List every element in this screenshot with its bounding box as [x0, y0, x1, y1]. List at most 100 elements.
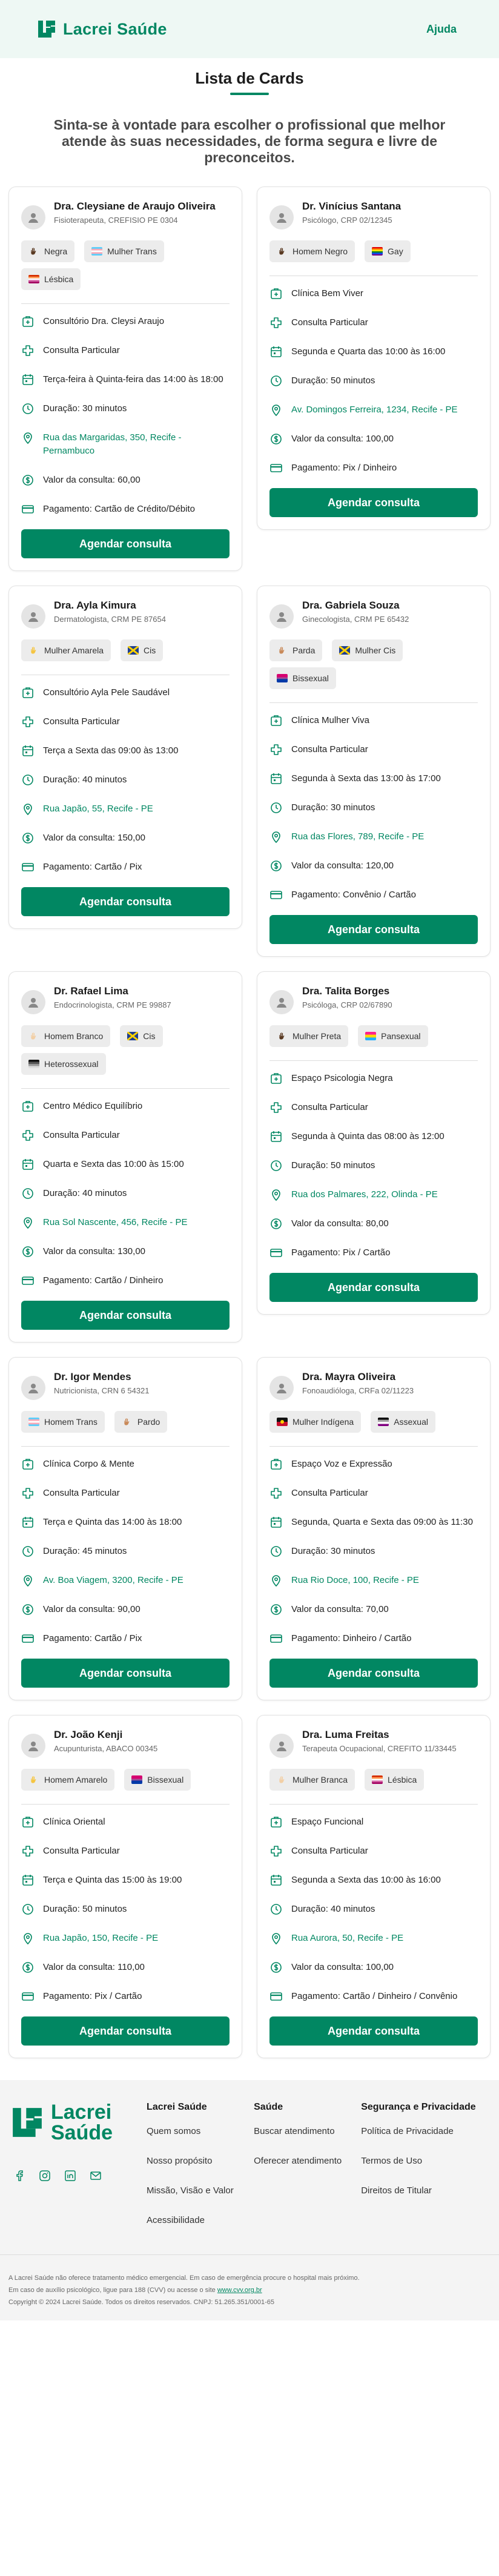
address-row[interactable]: Av. Boa Viagem, 3200, Recife - PE [21, 1574, 230, 1587]
brand-logo[interactable]: Lacrei Saúde [36, 19, 167, 39]
footer-link-oferecer-atendimento[interactable]: Oferecer atendimento [254, 2156, 361, 2166]
address-row[interactable]: Rua Rio Doce, 100, Recife - PE [269, 1574, 478, 1587]
instagram-icon[interactable] [39, 2170, 51, 2182]
identity-tag-label: Cis [143, 1031, 156, 1041]
price-row: Valor da consulta: 120,00 [269, 859, 478, 873]
social-links [10, 2170, 147, 2182]
money-icon [271, 434, 282, 444]
footer-link-direitos-titular[interactable]: Direitos de Titular [361, 2185, 481, 2196]
footer-logo[interactable]: Lacrei Saúde [10, 2102, 147, 2143]
credit-card-icon [22, 1634, 34, 1643]
price: Valor da consulta: 130,00 [43, 1246, 146, 1257]
footer-link-nosso-proposito[interactable]: Nosso propósito [147, 2156, 254, 2166]
site-header: Lacrei Saúde Ajuda [0, 0, 499, 58]
avatar [21, 990, 45, 1014]
address-row[interactable]: Rua Japão, 55, Recife - PE [21, 802, 230, 816]
schedule-appointment-button[interactable]: Agendar consulta [21, 1301, 230, 1330]
schedule: Segunda, Quarta e Sexta das 09:00 às 11:… [291, 1517, 473, 1527]
price: Valor da consulta: 120,00 [291, 860, 394, 871]
address: Av. Boa Viagem, 3200, Recife - PE [43, 1575, 183, 1585]
user-icon [277, 612, 286, 622]
schedule-appointment-button[interactable]: Agendar consulta [269, 1273, 478, 1302]
price: Valor da consulta: 110,00 [43, 1962, 145, 1972]
footer-link-quem-somos[interactable]: Quem somos [147, 2126, 254, 2136]
address-row[interactable]: Rua Japão, 150, Recife - PE [21, 1932, 230, 1945]
schedule-appointment-button[interactable]: Agendar consulta [21, 2016, 230, 2046]
consultation-type-row: Consulta Particular [21, 1844, 230, 1858]
lacrei-logo-icon [13, 2108, 42, 2137]
linkedin-icon[interactable] [64, 2170, 76, 2182]
medical-cross-icon [22, 1130, 33, 1141]
identity-tag: Assexual [371, 1411, 435, 1433]
page-subtitle: Sinta-se à vontade para escolher o profi… [53, 117, 446, 165]
schedule-appointment-button[interactable]: Agendar consulta [21, 1659, 230, 1688]
professional-name: Dra. Ayla Kimura [54, 599, 136, 611]
duration: Duração: 30 minutos [291, 1546, 375, 1556]
divider [269, 1060, 478, 1061]
credit-card-icon [22, 505, 34, 514]
clock-icon [22, 1904, 33, 1915]
identity-tag-label: Heterossexual [44, 1059, 99, 1069]
address-row[interactable]: Rua Aurora, 50, Recife - PE [269, 1932, 478, 1945]
location-pin-icon [272, 1575, 280, 1587]
schedule-appointment-button[interactable]: Agendar consulta [269, 1659, 478, 1688]
user-icon [277, 1742, 286, 1751]
clinic-name: Espaço Voz e Expressão [291, 1459, 392, 1469]
professional-card: Dr. João Kenji Acupunturista, ABACO 00345… [8, 1715, 242, 2058]
indigenous-flag-icon [277, 1418, 288, 1426]
footer-link-politica-privacidade[interactable]: Política de Privacidade [361, 2126, 481, 2136]
schedule-appointment-button[interactable]: Agendar consulta [21, 887, 230, 916]
identity-tag: Heterossexual [21, 1053, 106, 1075]
title-underline [230, 93, 269, 95]
footer-link-acessibilidade[interactable]: Acessibilidade [147, 2215, 254, 2225]
address-row[interactable]: Av. Domingos Ferreira, 1234, Recife - PE [269, 403, 478, 417]
duration-row: Duração: 40 minutos [21, 773, 230, 787]
identity-tag: Mulher Trans [84, 240, 164, 262]
schedule-appointment-button[interactable]: Agendar consulta [21, 529, 230, 558]
footer-link-termos-uso[interactable]: Termos de Uso [361, 2156, 481, 2166]
schedule-appointment-button[interactable]: Agendar consulta [269, 2016, 478, 2046]
address: Rua Sol Nascente, 456, Recife - PE [43, 1217, 188, 1227]
footer-column-lacrei: Lacrei Saúde Quem somos Nosso propósito … [147, 2102, 254, 2245]
professional-name: Dr. Rafael Lima [54, 985, 128, 997]
identity-tag: Mulher Branca [269, 1769, 355, 1791]
medical-cross-icon [22, 345, 33, 356]
identity-tag-label: Bissexual [147, 1775, 184, 1785]
address-row[interactable]: Rua das Flores, 789, Recife - PE [269, 830, 478, 844]
facebook-icon[interactable] [13, 2170, 25, 2182]
duration-row: Duração: 50 minutos [21, 1903, 230, 1916]
email-icon[interactable] [90, 2170, 102, 2182]
footer-link-buscar-atendimento[interactable]: Buscar atendimento [254, 2126, 361, 2136]
payment-method: Pagamento: Pix / Cartão [291, 1247, 391, 1258]
duration-row: Duração: 30 minutos [269, 1545, 478, 1558]
money-icon [22, 1962, 33, 1973]
address-row[interactable]: Rua Sol Nascente, 456, Recife - PE [21, 1216, 230, 1229]
professional-specialty: Terapeuta Ocupacional, CREFITO 11/33445 [302, 1744, 457, 1753]
price: Valor da consulta: 100,00 [291, 434, 394, 444]
professional-header: Dr. Igor Mendes Nutricionista, CRN 6 5432… [21, 1370, 230, 1400]
user-icon [277, 213, 286, 223]
location-pin-icon [24, 1575, 32, 1587]
address-row[interactable]: Rua dos Palmares, 222, Olinda - PE [269, 1188, 478, 1201]
consultation-type-row: Consulta Particular [269, 1487, 478, 1500]
medical-cross-icon [271, 1846, 282, 1857]
clinic-name: Clínica Oriental [43, 1817, 105, 1827]
schedule: Segunda à Quinta das 08:00 às 12:00 [291, 1131, 444, 1141]
address-row[interactable]: Rua das Margaridas, 350, Recife - Pernam… [21, 431, 230, 458]
payment-method-row: Pagamento: Cartão / Pix [21, 1632, 230, 1645]
duration-row: Duração: 40 minutos [21, 1187, 230, 1200]
cvv-link[interactable]: www.cvv.org.br [217, 2287, 262, 2294]
schedule: Terça e Quinta das 15:00 às 19:00 [43, 1875, 182, 1885]
schedule-row: Segunda a Sexta das 10:00 às 16:00 [269, 1874, 478, 1887]
cis-flag-icon [127, 1032, 139, 1040]
schedule-appointment-button[interactable]: Agendar consulta [269, 488, 478, 517]
help-button[interactable]: Ajuda [415, 17, 468, 42]
identity-tags: Homem Amarelo Bissexual [21, 1769, 230, 1791]
payment-method-row: Pagamento: Cartão / Dinheiro / Convênio [269, 1990, 478, 2003]
location-pin-icon [24, 1933, 32, 1945]
footer-link-missao[interactable]: Missão, Visão e Valor [147, 2185, 254, 2196]
footer-brand-line1: Lacrei [51, 2101, 112, 2124]
hand-dark-icon [279, 248, 285, 255]
price: Valor da consulta: 90,00 [43, 1604, 140, 1614]
schedule-appointment-button[interactable]: Agendar consulta [269, 915, 478, 944]
